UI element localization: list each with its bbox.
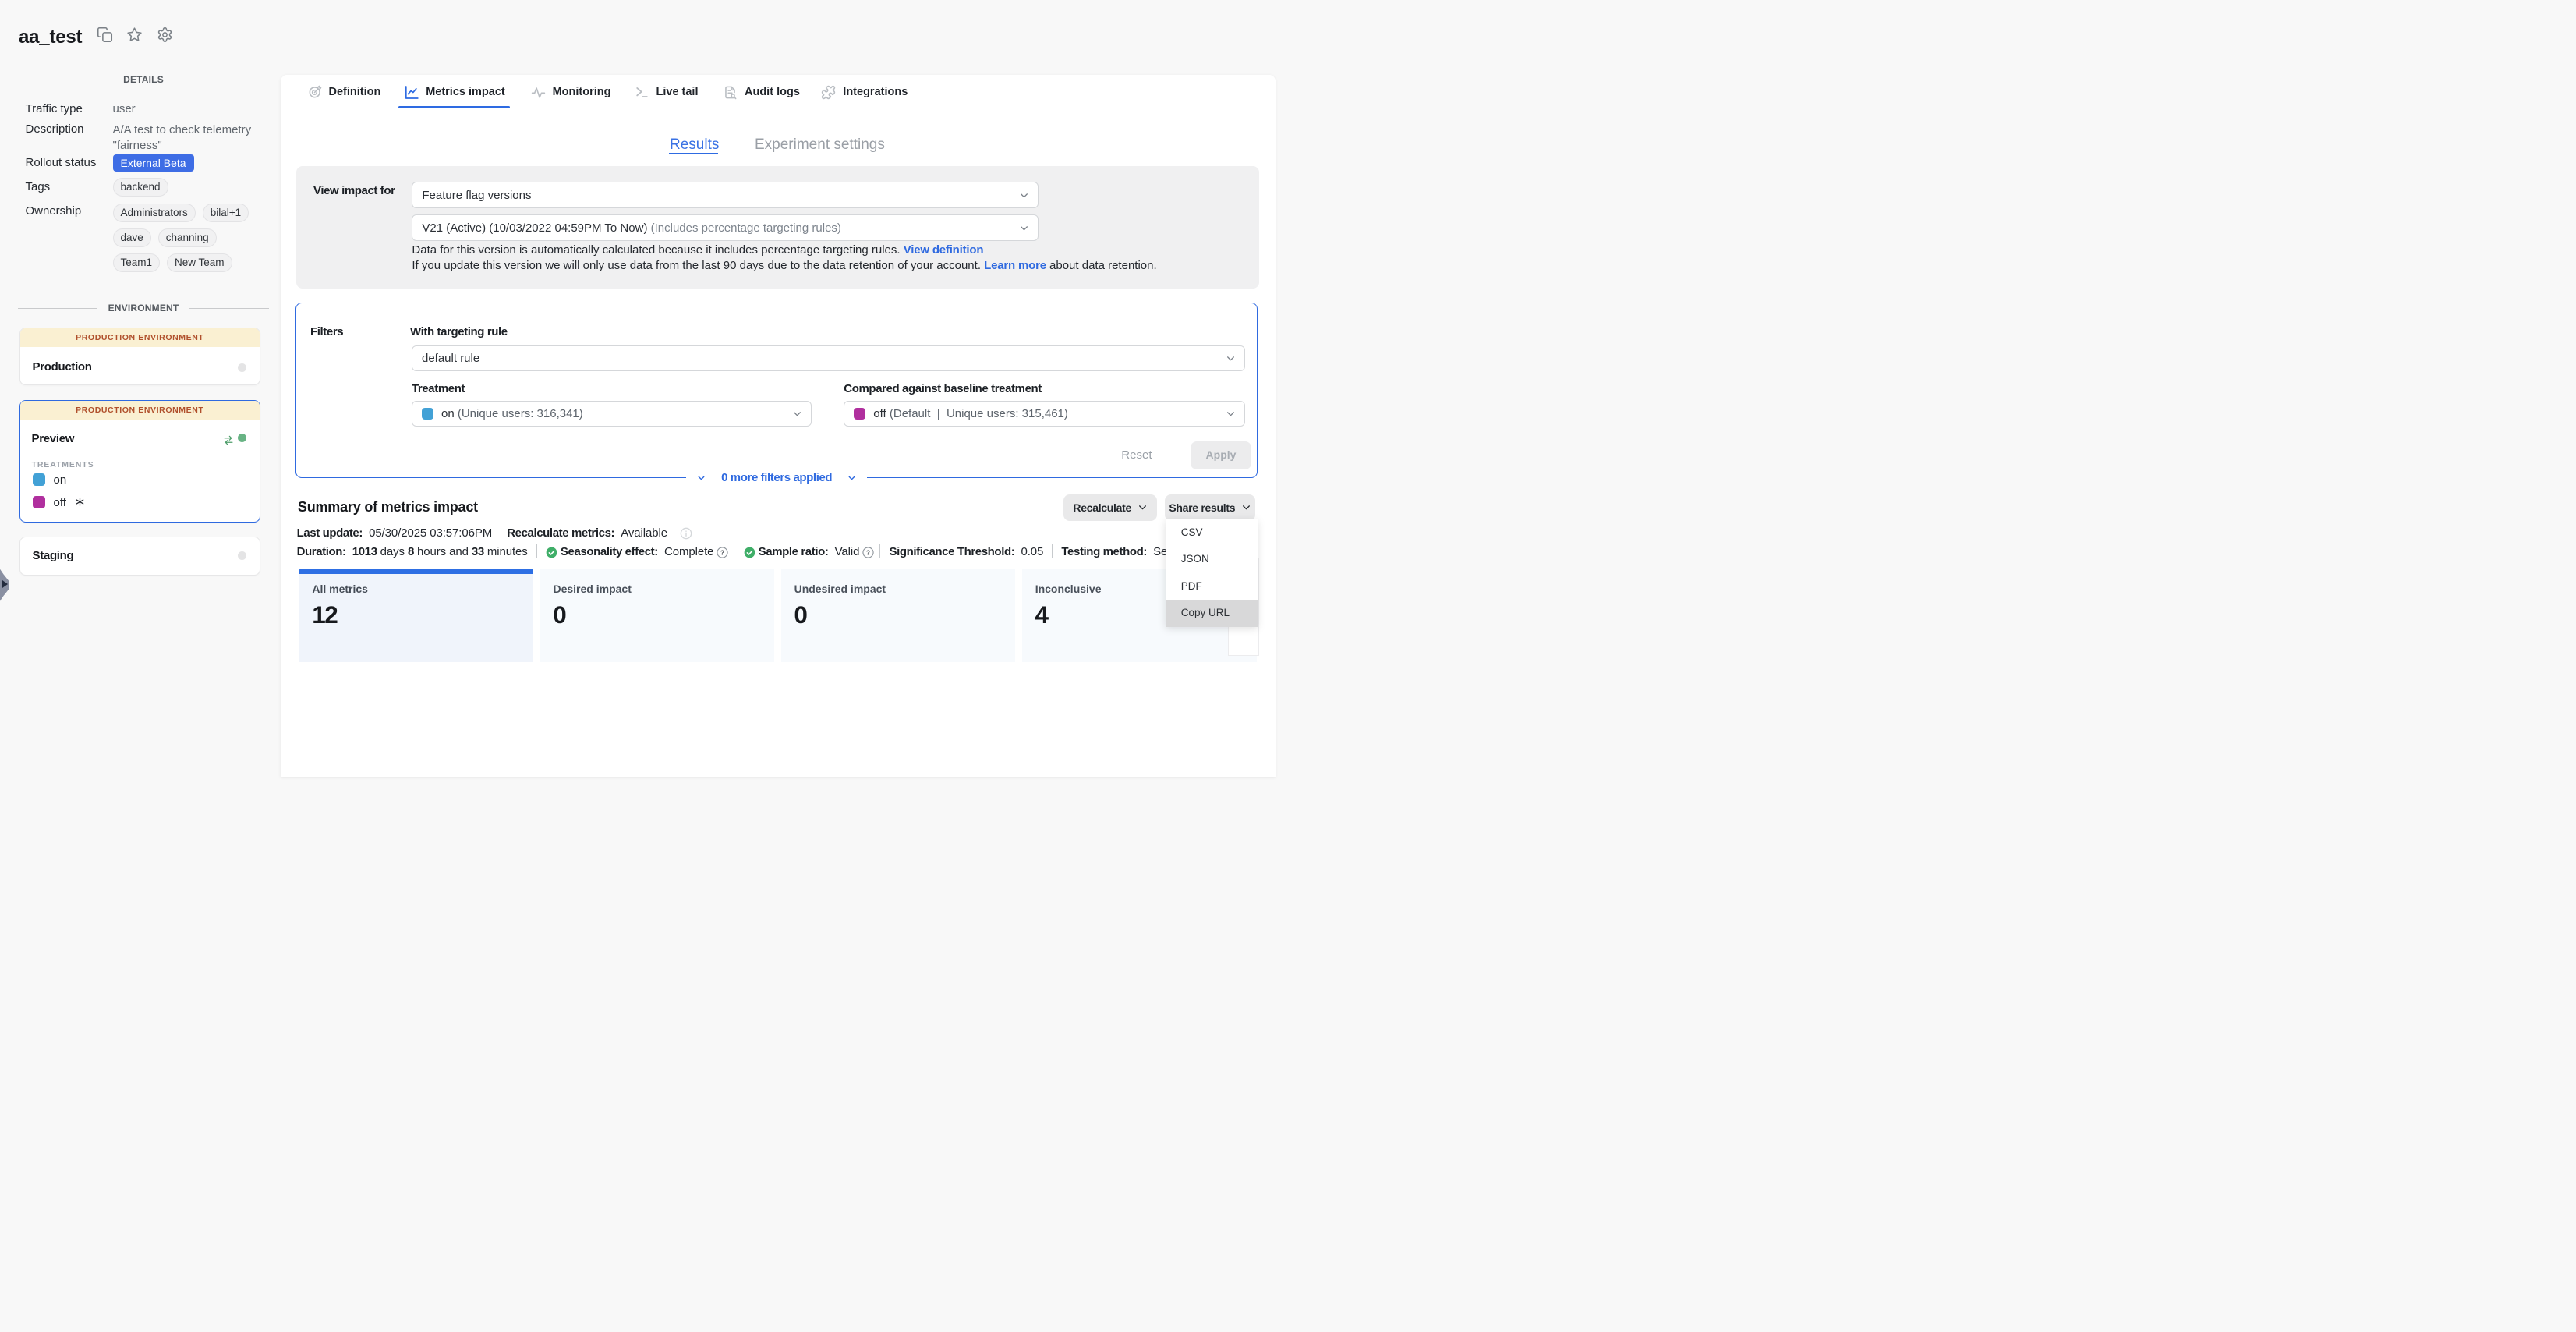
svg-text:?: ?	[866, 549, 870, 556]
svg-text:?: ?	[721, 549, 725, 556]
